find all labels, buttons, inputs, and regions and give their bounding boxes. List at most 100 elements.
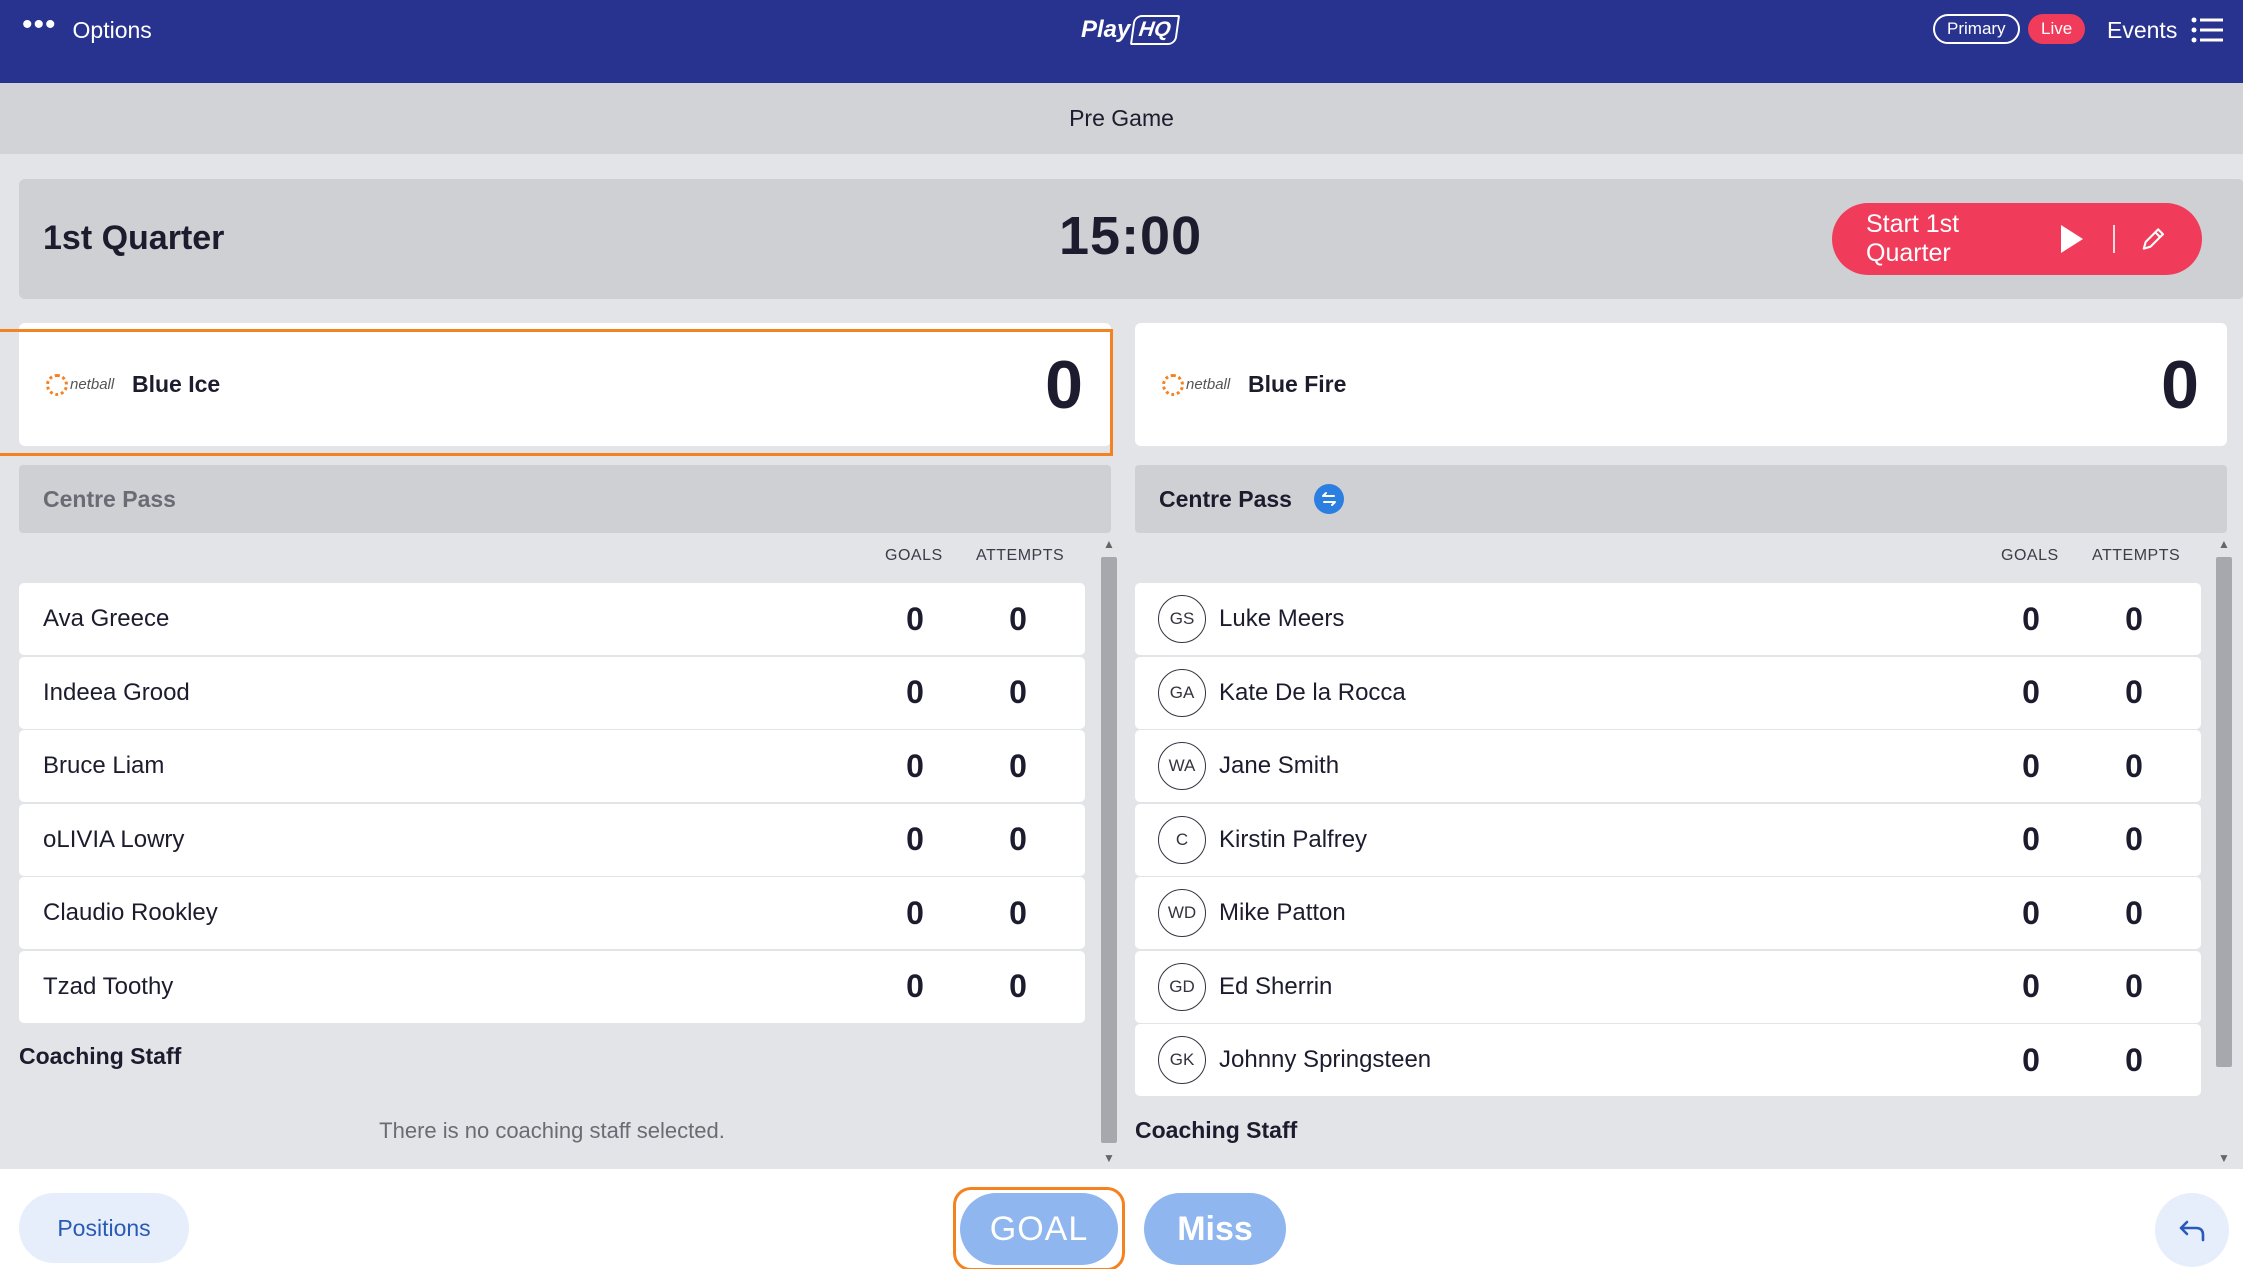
player-goals: 0 <box>906 968 924 1004</box>
player-name: Kirstin Palfrey <box>1219 825 1368 853</box>
player-name: Bruce Liam <box>43 752 165 779</box>
player-goals: 0 <box>906 894 924 931</box>
home-attempts-header: ATTEMPTS <box>976 547 1065 564</box>
player-goals: 0 <box>2022 821 2040 857</box>
no-coaching-staff-message: There is no coaching staff selected. <box>379 1118 725 1143</box>
player-row[interactable]: Claudio Rookley 0 0 <box>19 877 1085 949</box>
player-attempts: 0 <box>2125 821 2143 857</box>
player-attempts: 0 <box>2125 747 2143 784</box>
player-name: Johnny Springsteen <box>1219 1046 1432 1073</box>
player-attempts: 0 <box>1009 968 1027 1004</box>
player-name: Mike Patton <box>1219 899 1346 926</box>
home-centre-pass: Centre Pass <box>19 465 1111 533</box>
player-name: Tzad Toothy <box>43 972 174 1000</box>
position-badge: WA <box>1158 742 1206 790</box>
quarter-label: 1st Quarter <box>43 219 225 257</box>
player-attempts: 0 <box>2125 968 2143 1004</box>
player-row[interactable]: Indeea Grood 0 0 <box>19 656 1085 729</box>
divider <box>2113 225 2116 253</box>
player-attempts: 0 <box>1009 894 1027 931</box>
quarter-panel: 1st Quarter 15:00 Start 1st Quarter <box>19 179 2243 299</box>
events-menu[interactable]: Events <box>2107 14 2224 46</box>
player-name: oLIVIA Lowry <box>43 825 185 853</box>
player-row[interactable]: Tzad Toothy 0 0 <box>19 950 1085 1023</box>
scrollbar-thumb[interactable] <box>1101 557 1117 1143</box>
scrollbar-thumb[interactable] <box>2216 557 2232 1067</box>
player-attempts: 0 <box>2125 600 2143 637</box>
player-name: Indeea Grood <box>43 678 190 706</box>
netball-ball-icon <box>1162 373 1184 396</box>
player-row[interactable]: oLIVIA Lowry 0 0 <box>19 803 1085 876</box>
position-badge: GA <box>1158 668 1206 717</box>
player-attempts: 0 <box>1009 747 1027 784</box>
playhq-logo: Play HQ <box>1081 10 1180 50</box>
game-status-bar: Pre Game <box>0 83 2243 154</box>
away-scrollbar[interactable]: ▲ ▼ <box>2213 533 2235 1169</box>
position-badge: GS <box>1158 595 1206 643</box>
start-quarter-button[interactable]: Start 1st Quarter <box>1832 203 2202 275</box>
away-goals-header: GOALS <box>2001 547 2059 564</box>
swap-centre-pass-icon[interactable] <box>1313 484 1344 514</box>
player-goals: 0 <box>906 600 924 637</box>
goal-button[interactable]: GOAL <box>960 1193 1118 1265</box>
options-label: Options <box>72 16 152 43</box>
away-player-list: GS Luke Meers 0 0 GA Kate De la Rocca 0 … <box>1135 583 2201 1098</box>
home-goals-header: GOALS <box>885 547 943 564</box>
undo-arrow-icon <box>2179 1220 2205 1242</box>
away-team-score: 0 <box>2161 346 2199 423</box>
netball-logo: netball <box>1162 360 1232 410</box>
player-name: Jane Smith <box>1219 752 1340 779</box>
position-badge: GD <box>1158 962 1206 1011</box>
scroll-down-icon[interactable]: ▼ <box>1103 1151 1115 1165</box>
player-row[interactable]: WA Jane Smith 0 0 <box>1135 730 2201 802</box>
player-attempts: 0 <box>2125 894 2143 931</box>
player-goals: 0 <box>2022 600 2040 637</box>
home-player-list: Ava Greece 0 0 Indeea Grood 0 0 Bruce Li… <box>19 583 1085 1024</box>
position-badge: WD <box>1158 889 1206 937</box>
live-badge: Live <box>2028 14 2086 44</box>
player-goals: 0 <box>906 674 924 710</box>
bottom-action-bar: Positions GOAL Miss <box>0 1169 2243 1269</box>
home-centre-pass-label: Centre Pass <box>43 485 176 512</box>
player-row[interactable]: Ava Greece 0 0 <box>19 583 1085 655</box>
home-coaching-staff-title: Coaching Staff <box>19 1043 182 1069</box>
undo-button[interactable] <box>2155 1193 2229 1267</box>
player-row[interactable]: Bruce Liam 0 0 <box>19 730 1085 802</box>
scroll-up-icon[interactable]: ▲ <box>1103 537 1115 551</box>
player-row[interactable]: GS Luke Meers 0 0 <box>1135 583 2201 655</box>
list-icon <box>2191 17 2224 43</box>
player-attempts: 0 <box>1009 674 1027 710</box>
game-status-label: Pre Game <box>1069 105 1174 131</box>
away-centre-pass-label: Centre Pass <box>1159 485 1292 512</box>
edit-pencil-icon[interactable] <box>2139 224 2168 254</box>
player-row[interactable]: WD Mike Patton 0 0 <box>1135 877 2201 949</box>
player-goals: 0 <box>906 821 924 857</box>
player-goals: 0 <box>2022 1041 2040 1078</box>
positions-button[interactable]: Positions <box>19 1193 189 1263</box>
player-row[interactable]: C Kirstin Palfrey 0 0 <box>1135 803 2201 876</box>
player-name: Claudio Rookley <box>43 899 218 926</box>
player-goals: 0 <box>2022 894 2040 931</box>
options-menu[interactable]: ••• Options <box>22 10 152 46</box>
selected-team-highlight <box>0 329 1113 456</box>
away-team-card[interactable]: netball Blue Fire 0 <box>1135 323 2227 446</box>
position-badge: C <box>1158 815 1206 864</box>
player-goals: 0 <box>2022 747 2040 784</box>
scroll-down-icon[interactable]: ▼ <box>2218 1151 2230 1165</box>
player-name: Kate De la Rocca <box>1219 678 1406 706</box>
player-goals: 0 <box>906 747 924 784</box>
player-name: Ava Greece <box>43 605 170 632</box>
away-centre-pass: Centre Pass <box>1135 465 2227 533</box>
events-label: Events <box>2107 16 2178 43</box>
player-attempts: 0 <box>1009 600 1027 637</box>
player-row[interactable]: GK Johnny Springsteen 0 0 <box>1135 1024 2201 1096</box>
player-name: Ed Sherrin <box>1219 972 1333 1000</box>
away-attempts-header: ATTEMPTS <box>2092 547 2181 564</box>
top-bar: ••• Options Play HQ Primary Live Events <box>0 0 2243 83</box>
player-row[interactable]: GD Ed Sherrin 0 0 <box>1135 950 2201 1023</box>
miss-button[interactable]: Miss <box>1144 1193 1286 1265</box>
home-scrollbar[interactable]: ▲ ▼ <box>1098 533 1120 1169</box>
player-attempts: 0 <box>2125 1041 2143 1078</box>
scroll-up-icon[interactable]: ▲ <box>2218 537 2230 551</box>
player-row[interactable]: GA Kate De la Rocca 0 0 <box>1135 656 2201 729</box>
